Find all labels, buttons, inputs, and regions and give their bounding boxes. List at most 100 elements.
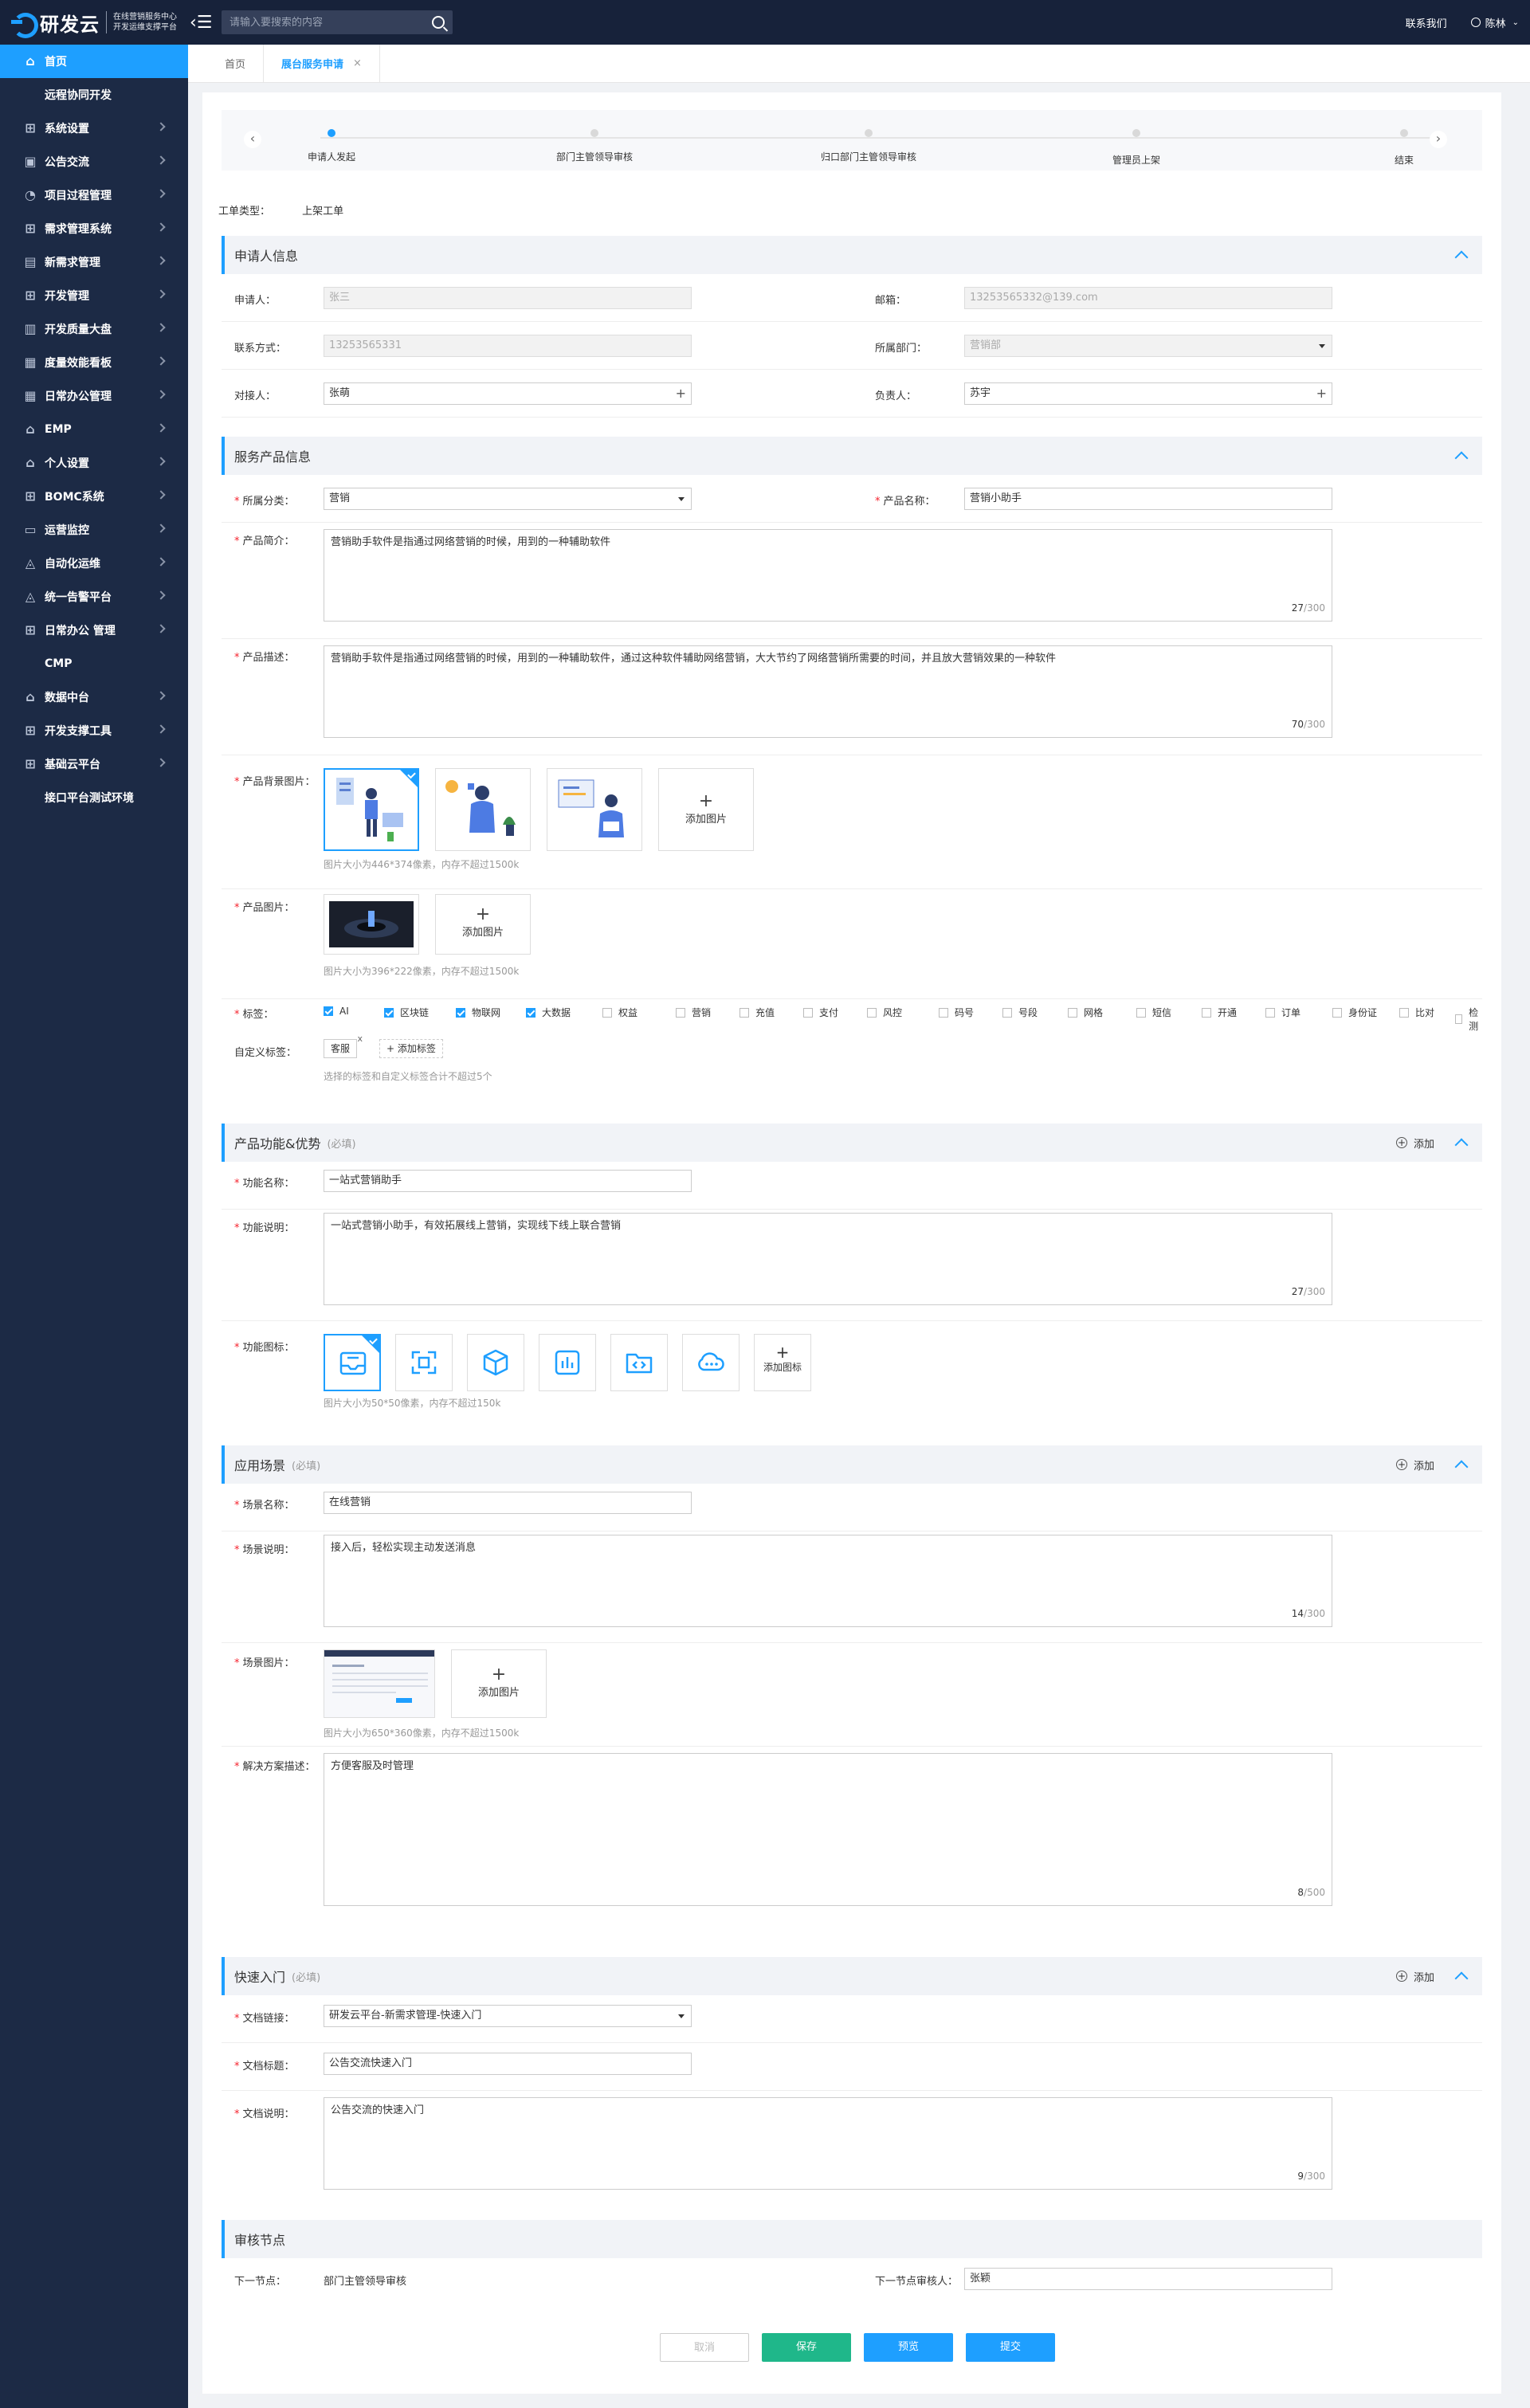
contact-person-field[interactable]: 张萌 + (324, 382, 692, 405)
plus-icon[interactable]: + (1316, 383, 1327, 404)
sidebar-item[interactable]: ▦ 日常办公管理 (0, 379, 188, 413)
chevron-right-icon[interactable]: › (1430, 131, 1447, 148)
sidebar-item[interactable]: ▤ 新需求管理 (0, 245, 188, 279)
sidebar-item[interactable]: ◔ 项目过程管理 (0, 178, 188, 212)
dept-select[interactable]: 营销部 (964, 335, 1332, 357)
sidebar-item[interactable]: ⊞ BOMC系统 (0, 480, 188, 513)
sidebar-item[interactable]: ▦ 度量效能看板 (0, 346, 188, 379)
sidebar-item[interactable]: ◬ 统一告警平台 (0, 580, 188, 614)
tag-checkbox[interactable]: 开通 (1202, 1006, 1237, 1019)
contact-us-link[interactable]: 联系我们 (1406, 15, 1447, 30)
tag-checkbox[interactable]: 检测 (1455, 1006, 1482, 1033)
menu-collapse-icon[interactable]: ‹☰ (190, 13, 213, 33)
plus-icon[interactable]: + (676, 383, 686, 404)
sidebar-item[interactable]: ⊞ 日常办公 管理 (0, 614, 188, 647)
add-tag-button[interactable]: + 添加标签 (379, 1039, 443, 1058)
tag-checkbox[interactable]: 网格 (1068, 1006, 1103, 1019)
add-icon-button[interactable]: + 添加图标 (754, 1334, 811, 1391)
feature-icon-cube[interactable] (467, 1334, 524, 1391)
sidebar-item[interactable]: ⊞ 基础云平台 (0, 747, 188, 781)
tag-checkbox[interactable]: 物联网 (456, 1006, 500, 1019)
phone-field[interactable]: 13253565331 (324, 335, 692, 357)
logo[interactable]: 研发云 在线营销服务中心 开发运维支撑平台 (11, 9, 177, 38)
add-scene-image-button[interactable]: + 添加图片 (451, 1649, 547, 1718)
tag-checkbox[interactable]: 大数据 (526, 1006, 571, 1019)
bg-image-3[interactable] (547, 768, 642, 851)
sidebar-item[interactable]: ▥ 开发质量大盘 (0, 312, 188, 346)
desc-textarea[interactable]: 营销助手软件是指通过网络营销的时候，用到的一种辅助软件，通过这种软件辅助网络营销… (324, 645, 1332, 738)
next-reviewer-field[interactable]: 张颖 (964, 2268, 1332, 2290)
custom-tag[interactable]: 客服 x (324, 1033, 363, 1058)
sidebar-item[interactable]: 接口平台测试环境 (0, 781, 188, 814)
applicant-field[interactable]: 张三 (324, 287, 692, 309)
scene-image-1[interactable] (324, 1649, 435, 1718)
bg-image-1[interactable] (324, 768, 419, 851)
tab-service-apply[interactable]: 展台服务申请 × (264, 44, 380, 83)
tag-checkbox[interactable]: 支付 (803, 1006, 838, 1019)
sidebar-item[interactable]: ⌂ EMP (0, 413, 188, 446)
search-icon[interactable] (432, 16, 445, 29)
user-menu[interactable]: 陈林 ⌄ (1470, 15, 1519, 30)
sidebar-item[interactable]: ⌂ 首页 (0, 45, 188, 78)
owner-field[interactable]: 苏宇 + (964, 382, 1332, 405)
product-name-field[interactable]: 营销小助手 (964, 488, 1332, 510)
feature-desc-textarea[interactable]: 一站式营销小助手，有效拓展线上营销，实现线下线上联合营销 27/300 (324, 1213, 1332, 1305)
sidebar-item[interactable]: ◬ 自动化运维 (0, 547, 188, 580)
sidebar-item[interactable]: ⊞ 开发支撑工具 (0, 714, 188, 747)
add-scene-button[interactable]: + 添加 (1395, 1457, 1434, 1473)
intro-textarea[interactable]: 营销助手软件是指通过网络营销的时候，用到的一种辅助软件 27/300 (324, 529, 1332, 622)
tag-checkbox[interactable]: 订单 (1265, 1006, 1300, 1019)
tag-checkbox[interactable]: 号段 (1002, 1006, 1038, 1019)
chevron-up-icon[interactable] (1454, 250, 1469, 265)
remove-tag-icon[interactable]: x (358, 1030, 363, 1048)
sidebar-item[interactable]: ▭ 运营监控 (0, 513, 188, 547)
doc-title-field[interactable]: 公告交流快速入门 (324, 2053, 692, 2075)
tag-checkbox[interactable]: AI (324, 1006, 349, 1017)
search-input[interactable] (230, 16, 432, 29)
add-feature-button[interactable]: + 添加 (1395, 1135, 1434, 1151)
cancel-button[interactable]: 取消 (660, 2333, 749, 2362)
feature-icon-scan[interactable] (395, 1334, 453, 1391)
chevron-up-icon[interactable] (1454, 451, 1469, 465)
sidebar-item[interactable]: 远程协同开发 (0, 78, 188, 112)
feature-icon-chart[interactable] (539, 1334, 596, 1391)
sidebar-item[interactable]: ⊞ 需求管理系统 (0, 212, 188, 245)
sidebar-item[interactable]: ▣ 公告交流 (0, 145, 188, 178)
sidebar-item[interactable]: ⊞ 系统设置 (0, 112, 188, 145)
add-doc-button[interactable]: + 添加 (1395, 1969, 1434, 1984)
feature-icon-cloud-chat[interactable] (682, 1334, 740, 1391)
scene-desc-textarea[interactable]: 接入后，轻松实现主动发送消息 14/300 (324, 1535, 1332, 1627)
tag-checkbox[interactable]: 风控 (867, 1006, 902, 1019)
feature-name-field[interactable]: 一站式营销助手 (324, 1170, 692, 1192)
sidebar-item[interactable]: ⌂ 数据中台 (0, 680, 188, 714)
sidebar-item[interactable]: ⌂ 个人设置 (0, 446, 188, 480)
tag-checkbox[interactable]: 比对 (1399, 1006, 1434, 1019)
tab-home[interactable]: 首页 (188, 44, 265, 83)
save-button[interactable]: 保存 (762, 2333, 851, 2362)
tag-checkbox[interactable]: 码号 (939, 1006, 974, 1019)
feature-icon-code-folder[interactable] (610, 1334, 668, 1391)
feature-icon-inbox[interactable] (324, 1334, 381, 1391)
tag-checkbox[interactable]: 营销 (676, 1006, 711, 1019)
solution-textarea[interactable]: 方便客服及时管理 8/500 (324, 1753, 1332, 1906)
doc-desc-textarea[interactable]: 公告交流的快速入门 9/300 (324, 2097, 1332, 2190)
close-icon[interactable]: × (353, 57, 362, 69)
category-select[interactable]: 营销 (324, 488, 692, 510)
tag-checkbox[interactable]: 短信 (1136, 1006, 1171, 1019)
chevron-left-icon[interactable]: ‹ (244, 131, 261, 148)
submit-button[interactable]: 提交 (966, 2333, 1055, 2362)
bg-image-2[interactable] (435, 768, 531, 851)
tag-checkbox[interactable]: 区块链 (384, 1006, 429, 1019)
preview-button[interactable]: 预览 (864, 2333, 953, 2362)
tag-checkbox[interactable]: 身份证 (1332, 1006, 1377, 1019)
scene-name-field[interactable]: 在线营销 (324, 1492, 692, 1514)
doc-link-select[interactable]: 研发云平台-新需求管理-快速入门 (324, 2005, 692, 2027)
product-image-1[interactable] (324, 894, 419, 955)
chevron-up-icon[interactable] (1454, 1971, 1469, 1986)
tag-checkbox[interactable]: 权益 (602, 1006, 638, 1019)
add-bg-image-button[interactable]: + 添加图片 (658, 768, 754, 851)
sidebar-item[interactable]: CMP (0, 647, 188, 680)
tag-checkbox[interactable]: 充值 (740, 1006, 775, 1019)
chevron-up-icon[interactable] (1454, 1460, 1469, 1474)
add-product-image-button[interactable]: + 添加图片 (435, 894, 531, 955)
